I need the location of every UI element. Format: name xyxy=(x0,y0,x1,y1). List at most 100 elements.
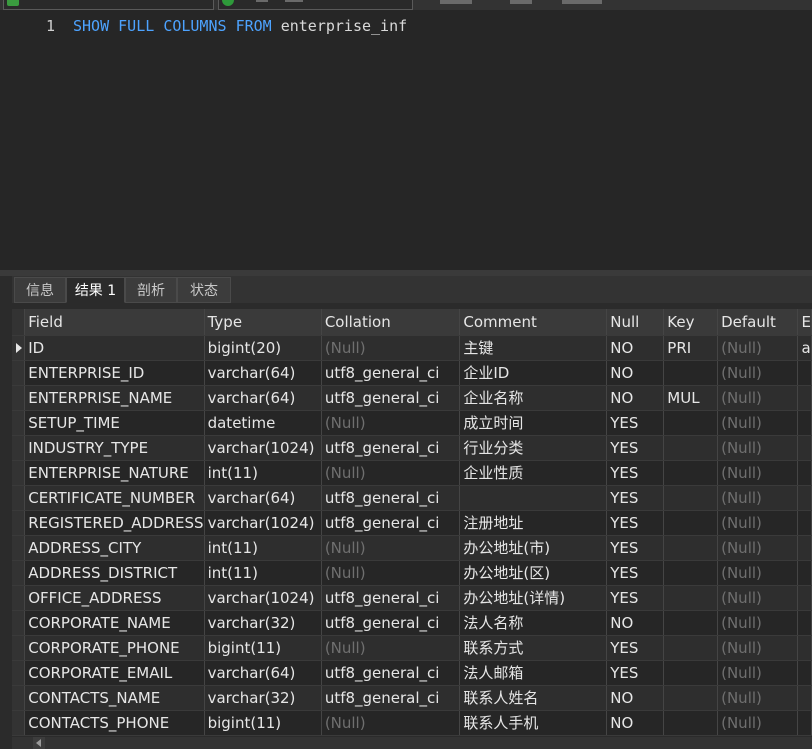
scroll-left-icon[interactable] xyxy=(33,737,45,749)
cell-collation[interactable]: (Null) xyxy=(321,335,461,361)
cell-extra[interactable] xyxy=(797,435,812,461)
cell-key[interactable] xyxy=(663,610,719,636)
column-header-extra[interactable]: E xyxy=(797,309,812,336)
cell-key[interactable] xyxy=(663,535,719,561)
cell-field[interactable]: ENTERPRISE_NATURE xyxy=(24,460,205,486)
cell-extra[interactable] xyxy=(797,510,812,536)
cell-collation[interactable]: (Null) xyxy=(321,560,461,586)
cell-default[interactable]: (Null) xyxy=(717,685,799,711)
table-row[interactable]: ENTERPRISE_NATURE int(11) (Null) 企业性质 YES (Nu… xyxy=(12,460,812,486)
cell-collation[interactable]: utf8_general_ci xyxy=(321,610,461,636)
cell-null[interactable]: YES xyxy=(606,510,665,536)
cell-collation[interactable]: (Null) xyxy=(321,635,461,661)
horizontal-scrollbar[interactable] xyxy=(12,737,812,749)
table-row[interactable]: CONTACTS_NAME varchar(32) utf8_general_ci 联… xyxy=(12,685,812,711)
cell-null[interactable]: YES xyxy=(606,660,665,686)
cell-default[interactable]: (Null) xyxy=(717,535,799,561)
column-header-null[interactable]: Null xyxy=(606,309,665,336)
cell-default[interactable]: (Null) xyxy=(717,385,799,411)
cell-null[interactable]: NO xyxy=(606,335,665,361)
cell-default[interactable]: (Null) xyxy=(717,610,799,636)
cell-field[interactable]: OFFICE_ADDRESS xyxy=(24,585,205,611)
cell-key[interactable]: PRI xyxy=(663,335,719,361)
cell-extra[interactable] xyxy=(797,360,812,386)
cell-type[interactable]: int(11) xyxy=(204,460,322,486)
cell-extra[interactable] xyxy=(797,710,812,736)
table-row[interactable]: OFFICE_ADDRESS varchar(1024) utf8_general_… xyxy=(12,585,812,611)
run-button[interactable] xyxy=(440,0,472,4)
cell-field[interactable]: ADDRESS_DISTRICT xyxy=(24,560,205,586)
cell-collation[interactable]: utf8_general_ci xyxy=(321,360,461,386)
cell-key[interactable] xyxy=(663,660,719,686)
tab-info[interactable]: 信息 xyxy=(14,277,66,303)
cell-null[interactable]: YES xyxy=(606,560,665,586)
cell-type[interactable]: bigint(11) xyxy=(204,710,322,736)
cell-comment[interactable]: 注册地址 xyxy=(459,510,608,536)
cell-collation[interactable]: (Null) xyxy=(321,710,461,736)
cell-default[interactable]: (Null) xyxy=(717,460,799,486)
cell-key[interactable] xyxy=(663,360,719,386)
cell-field[interactable]: ENTERPRISE_ID xyxy=(24,360,205,386)
cell-null[interactable]: YES xyxy=(606,635,665,661)
cell-collation[interactable]: utf8_general_ci xyxy=(321,485,461,511)
cell-type[interactable]: bigint(20) xyxy=(204,335,322,361)
cell-null[interactable]: NO xyxy=(606,685,665,711)
table-row[interactable]: CERTIFICATE_NUMBER varchar(64) utf8_genera… xyxy=(12,485,812,511)
cell-type[interactable]: varchar(32) xyxy=(204,685,322,711)
table-row[interactable]: CORPORATE_NAME varchar(32) utf8_general_ci… xyxy=(12,610,812,636)
stop-button[interactable] xyxy=(510,0,532,4)
cell-key[interactable] xyxy=(663,635,719,661)
cell-comment[interactable]: 成立时间 xyxy=(459,410,608,436)
cell-comment[interactable]: 办公地址(详情) xyxy=(459,585,608,611)
cell-comment[interactable] xyxy=(459,485,608,511)
cell-field[interactable]: CORPORATE_NAME xyxy=(24,610,205,636)
column-header-field[interactable]: Field xyxy=(24,309,205,336)
cell-default[interactable]: (Null) xyxy=(717,360,799,386)
table-row[interactable]: INDUSTRY_TYPE varchar(1024) utf8_general_c… xyxy=(12,435,812,461)
cell-comment[interactable]: 法人邮箱 xyxy=(459,660,608,686)
explain-button[interactable] xyxy=(562,0,602,4)
cell-key[interactable] xyxy=(663,560,719,586)
sql-editor[interactable]: 1 SHOW FULL COLUMNS FROM enterprise_inf xyxy=(0,10,812,270)
cell-extra[interactable] xyxy=(797,560,812,586)
table-row[interactable]: ENTERPRISE_ID varchar(64) utf8_general_ci 企… xyxy=(12,360,812,386)
cell-key[interactable] xyxy=(663,710,719,736)
table-row[interactable]: CONTACTS_PHONE bigint(11) (Null) 联系人手机 NO (Nu… xyxy=(12,710,812,736)
cell-null[interactable]: NO xyxy=(606,385,665,411)
cell-comment[interactable]: 联系方式 xyxy=(459,635,608,661)
tab-status[interactable]: 状态 xyxy=(177,277,231,303)
cell-default[interactable]: (Null) xyxy=(717,335,799,361)
cell-key[interactable]: MUL xyxy=(663,385,719,411)
table-row[interactable]: SETUP_TIME datetime (Null) 成立时间 YES (Null) xyxy=(12,410,812,436)
cell-type[interactable]: bigint(11) xyxy=(204,635,322,661)
cell-extra[interactable]: a xyxy=(797,335,812,361)
cell-collation[interactable]: (Null) xyxy=(321,535,461,561)
tab-result-1[interactable]: 结果 1 xyxy=(66,277,125,303)
cell-default[interactable]: (Null) xyxy=(717,635,799,661)
cell-key[interactable] xyxy=(663,685,719,711)
cell-comment[interactable]: 办公地址(市) xyxy=(459,535,608,561)
cell-comment[interactable]: 办公地址(区) xyxy=(459,560,608,586)
cell-key[interactable] xyxy=(663,435,719,461)
table-row[interactable]: ADDRESS_DISTRICT int(11) (Null) 办公地址(区) YES(… xyxy=(12,560,812,586)
cell-null[interactable]: YES xyxy=(606,410,665,436)
cell-type[interactable]: varchar(1024) xyxy=(204,585,322,611)
cell-null[interactable]: NO xyxy=(606,360,665,386)
cell-null[interactable]: YES xyxy=(606,535,665,561)
cell-default[interactable]: (Null) xyxy=(717,435,799,461)
column-header-collation[interactable]: Collation xyxy=(321,309,461,336)
cell-collation[interactable]: utf8_general_ci xyxy=(321,660,461,686)
cell-null[interactable]: YES xyxy=(606,435,665,461)
cell-type[interactable]: varchar(1024) xyxy=(204,435,322,461)
cell-key[interactable] xyxy=(663,460,719,486)
cell-default[interactable]: (Null) xyxy=(717,710,799,736)
column-header-comment[interactable]: Comment xyxy=(459,309,608,336)
cell-null[interactable]: YES xyxy=(606,485,665,511)
cell-extra[interactable] xyxy=(797,385,812,411)
table-row[interactable]: CORPORATE_PHONE bigint(11) (Null) 联系方式 YES (N… xyxy=(12,635,812,661)
column-header-key[interactable]: Key xyxy=(663,309,719,336)
cell-extra[interactable] xyxy=(797,485,812,511)
cell-type[interactable]: varchar(1024) xyxy=(204,510,322,536)
cell-type[interactable]: varchar(64) xyxy=(204,485,322,511)
cell-comment[interactable]: 法人名称 xyxy=(459,610,608,636)
